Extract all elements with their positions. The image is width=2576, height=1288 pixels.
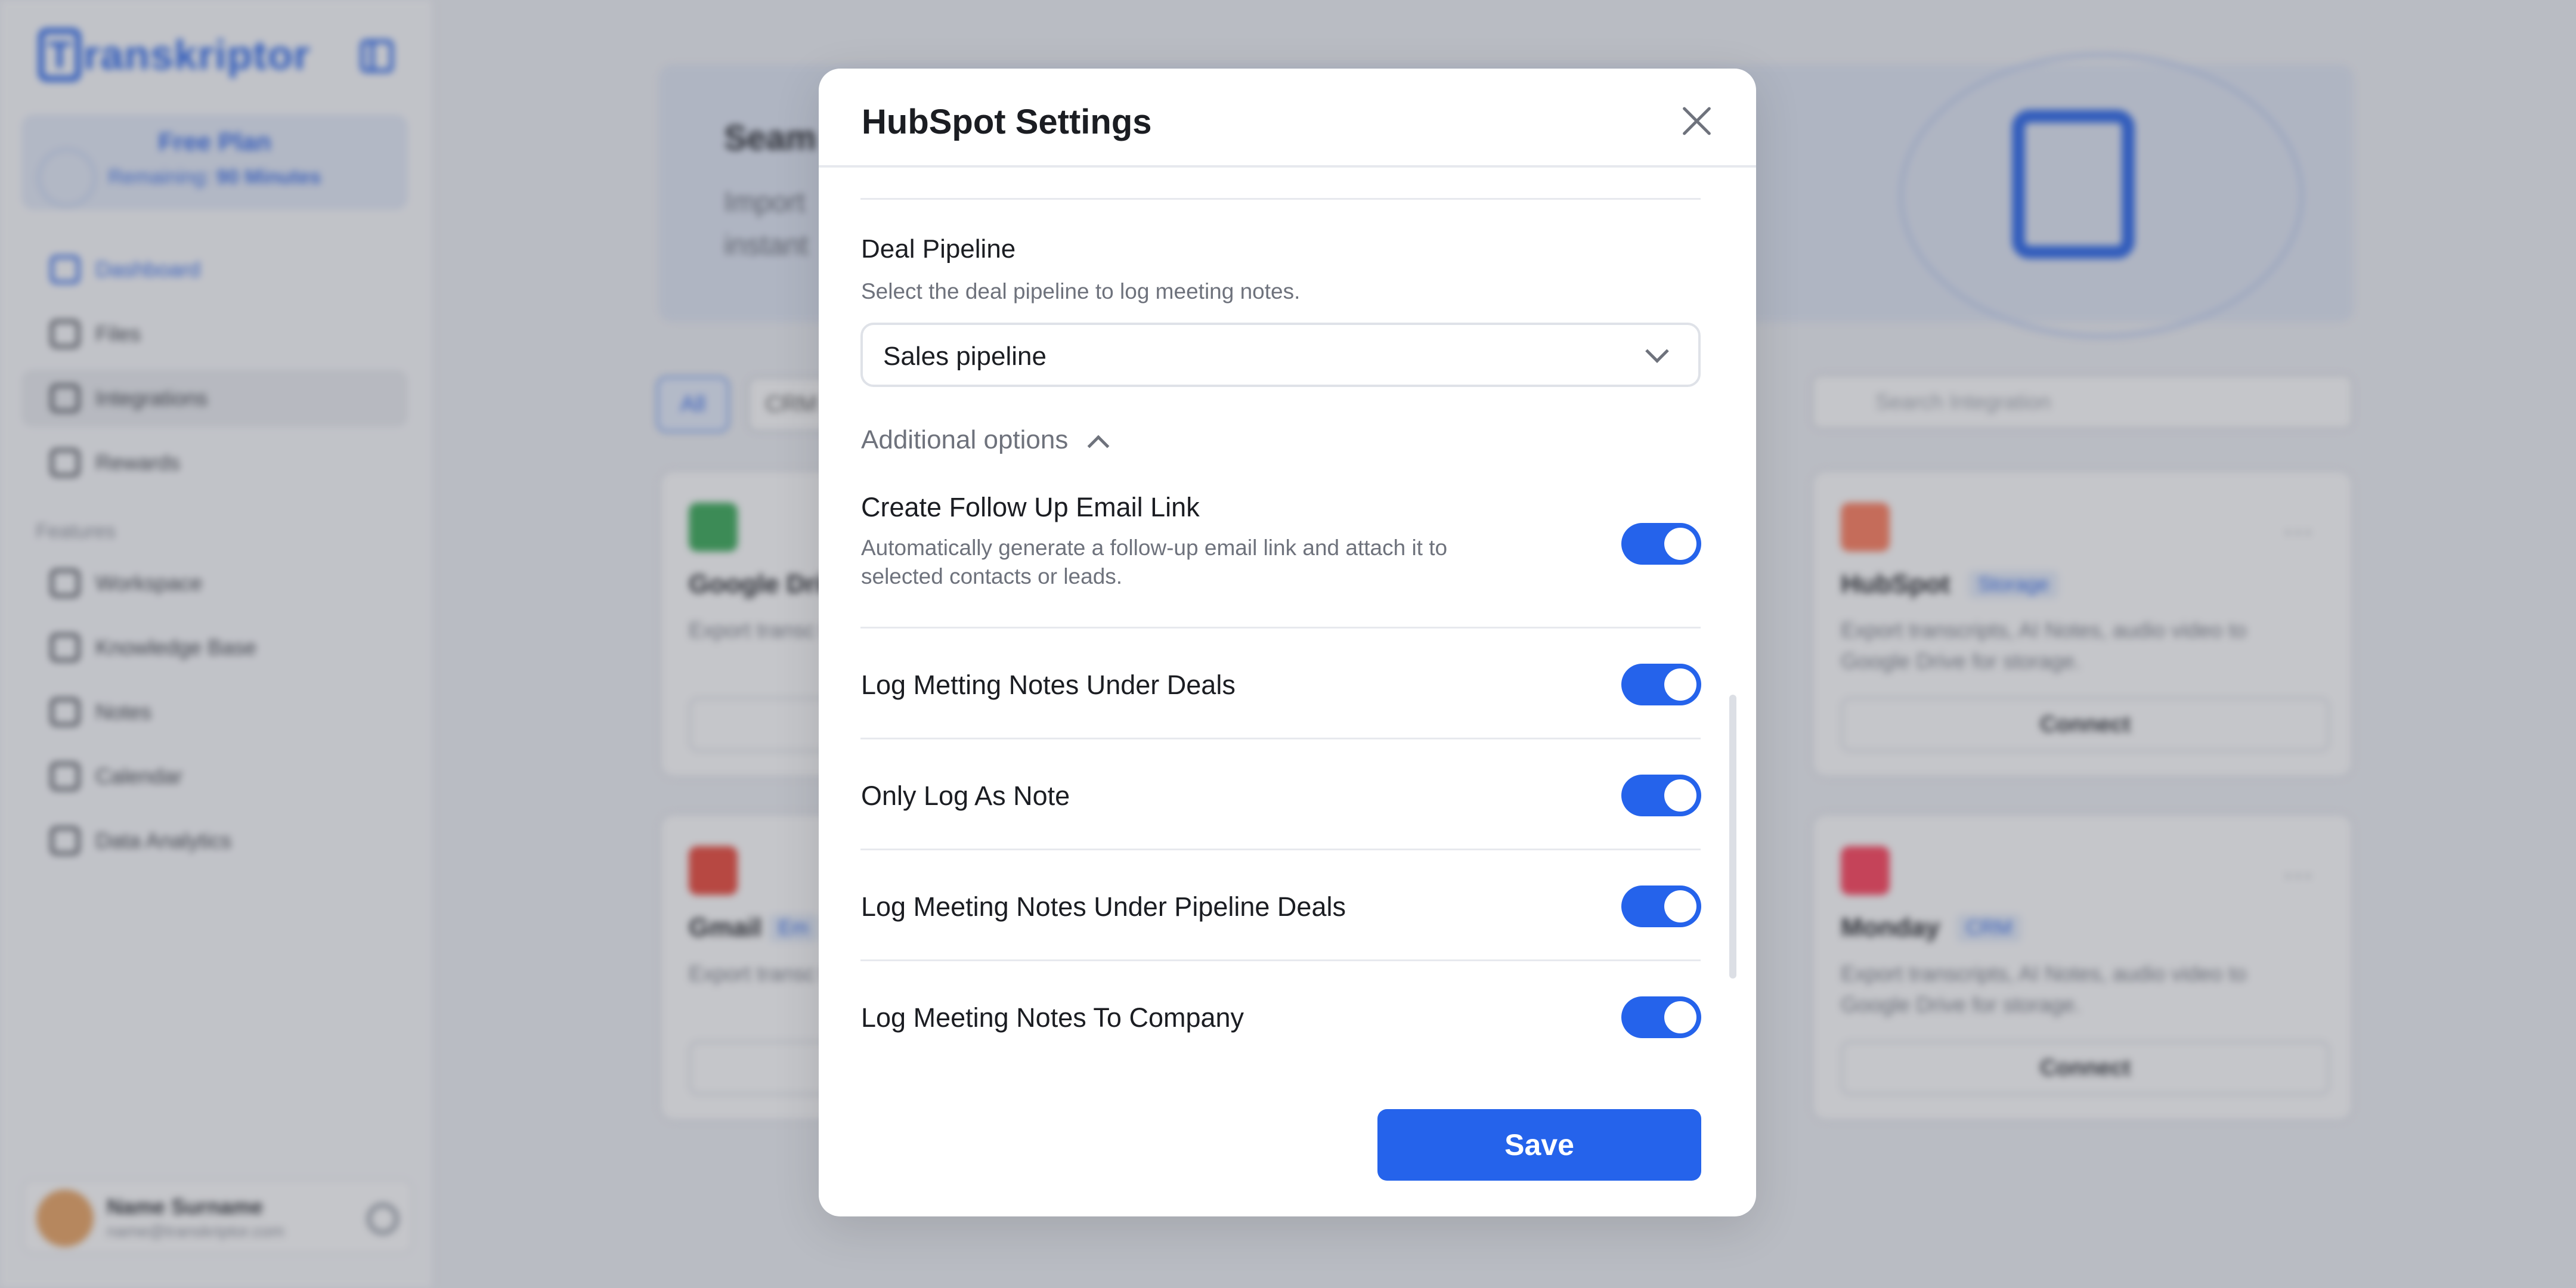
additional-options-toggle[interactable]: Additional options — [861, 425, 1068, 455]
chevron-down-icon — [1645, 339, 1669, 363]
modal-scrollbar[interactable] — [1729, 695, 1736, 979]
divider — [860, 959, 1701, 961]
deal-pipeline-description: Select the deal pipeline to log meeting … — [861, 279, 1301, 304]
option-label: Log Meeting Notes To Company — [861, 1002, 1244, 1033]
divider — [860, 627, 1701, 628]
close-icon[interactable] — [1680, 104, 1713, 138]
log-notes-to-company-toggle[interactable] — [1621, 996, 1701, 1038]
hubspot-settings-modal: HubSpot Settings Deal Pipeline Select th… — [819, 69, 1756, 1216]
only-log-as-note-toggle[interactable] — [1621, 775, 1701, 816]
deal-pipeline-selected: Sales pipeline — [883, 342, 1046, 371]
option-label: Log Metting Notes Under Deals — [861, 670, 1236, 700]
log-notes-under-deals-toggle[interactable] — [1621, 664, 1701, 705]
modal-title: HubSpot Settings — [862, 103, 1152, 141]
divider — [860, 198, 1701, 200]
option-description-line: selected contacts or leads. — [861, 564, 1123, 589]
option-description: Automatically generate a follow-up email… — [861, 534, 1529, 591]
create-follow-up-email-link-toggle[interactable] — [1621, 523, 1701, 565]
log-notes-under-pipeline-deals-toggle[interactable] — [1621, 886, 1701, 927]
option-description-line: Automatically generate a follow-up email… — [861, 535, 1448, 560]
option-label: Create Follow Up Email Link — [861, 492, 1200, 522]
option-label: Log Meeting Notes Under Pipeline Deals — [861, 891, 1346, 922]
deal-pipeline-label: Deal Pipeline — [861, 234, 1016, 264]
divider — [860, 738, 1701, 739]
deal-pipeline-select[interactable]: Sales pipeline — [860, 323, 1701, 387]
modal-header: HubSpot Settings — [819, 69, 1756, 168]
chevron-up-icon[interactable] — [1087, 435, 1110, 457]
option-label: Only Log As Note — [861, 781, 1070, 811]
divider — [860, 849, 1701, 850]
save-button[interactable]: Save — [1377, 1109, 1701, 1181]
